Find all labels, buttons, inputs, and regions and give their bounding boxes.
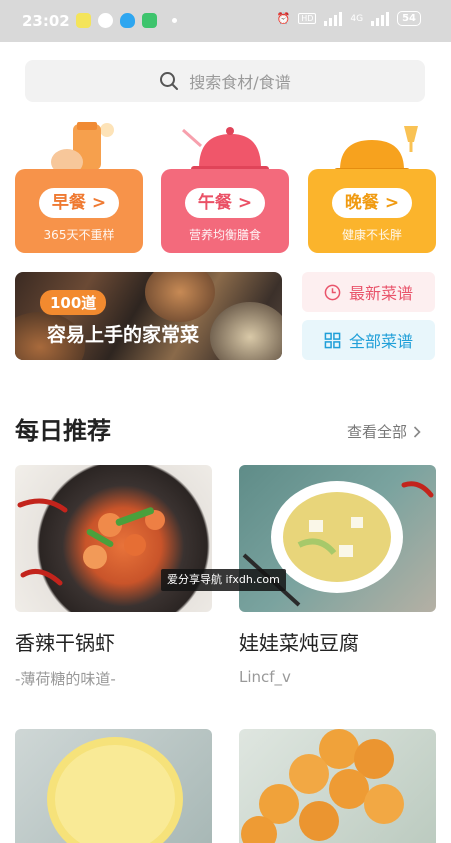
see-all-link[interactable]: 查看全部 [347, 421, 421, 442]
lunch-subtitle: 营养均衡膳食 [188, 228, 261, 242]
hd-icon: HD [298, 13, 317, 24]
search-icon [160, 72, 179, 90]
recipe-image-fried-cakes[interactable] [239, 729, 436, 843]
banner-dish-image [210, 302, 282, 360]
status-bar: 23:02 ⏰ HD 4G 54 [0, 0, 451, 42]
notification-icon [76, 13, 91, 28]
latest-recipes-label: 最新菜谱 [348, 284, 413, 303]
dinner-illustration [334, 126, 418, 174]
dinner-subtitle: 健康不长胖 [341, 228, 402, 242]
grid-icon [324, 332, 341, 348]
alarm-icon: ⏰ [276, 12, 291, 25]
breakfast-illustration [51, 122, 114, 175]
qq-icon [120, 13, 135, 28]
recipe-title[interactable]: 娃娃菜炖豆腐 [239, 627, 359, 656]
search-placeholder: 搜索食材/食谱 [189, 73, 291, 92]
recipe-image-cake[interactable] [15, 729, 212, 843]
network-label: 4G [350, 13, 364, 24]
signal-icon-2 [371, 11, 390, 26]
breakfast-subtitle: 365天不重样 [43, 228, 115, 242]
see-all-label: 查看全部 [346, 423, 407, 441]
banner-tag: 100道 [40, 290, 107, 315]
lunch-label: 午餐 > [185, 188, 265, 218]
watermark: 爱分享导航 ifxdh.com [161, 569, 286, 591]
banner-dish-image [145, 272, 215, 322]
app-icon [142, 13, 157, 28]
dinner-card[interactable]: 晚餐 > 健康不长胖 [308, 116, 436, 253]
lunch-card[interactable]: 午餐 > 营养均衡膳食 [161, 116, 289, 253]
lunch-illustration [182, 127, 269, 172]
dinner-label: 晚餐 > [332, 188, 412, 218]
recipe-title[interactable]: 香辣干锅虾 [15, 627, 115, 656]
breakfast-card[interactable]: 早餐 > 365天不重样 [15, 116, 143, 253]
fried-cakes-image [241, 729, 404, 843]
banner-title: 容易上手的家常菜 [47, 324, 200, 346]
more-notifications-icon [172, 18, 177, 23]
latest-recipes-button[interactable]: 最新菜谱 [302, 272, 435, 312]
search-bar[interactable]: 搜索食材/食谱 [25, 60, 425, 102]
all-recipes-button[interactable]: 全部菜谱 [302, 320, 435, 360]
recipe-author: -薄荷糖的味道- [15, 670, 116, 688]
status-time: 23:02 [22, 12, 70, 30]
daily-section-title: 每日推荐 [15, 417, 111, 445]
recipe-author: Lincf_v [239, 668, 291, 686]
signal-icon [324, 11, 343, 26]
battery-icon: 54 [397, 11, 421, 26]
home-cooking-banner[interactable]: 100道 容易上手的家常菜 [15, 272, 282, 360]
all-recipes-label: 全部菜谱 [348, 332, 413, 351]
chat-icon [98, 13, 113, 28]
chevron-right-icon [413, 425, 421, 438]
breakfast-label: 早餐 > [39, 188, 119, 218]
cake-image [47, 737, 183, 843]
clock-icon [324, 284, 341, 300]
